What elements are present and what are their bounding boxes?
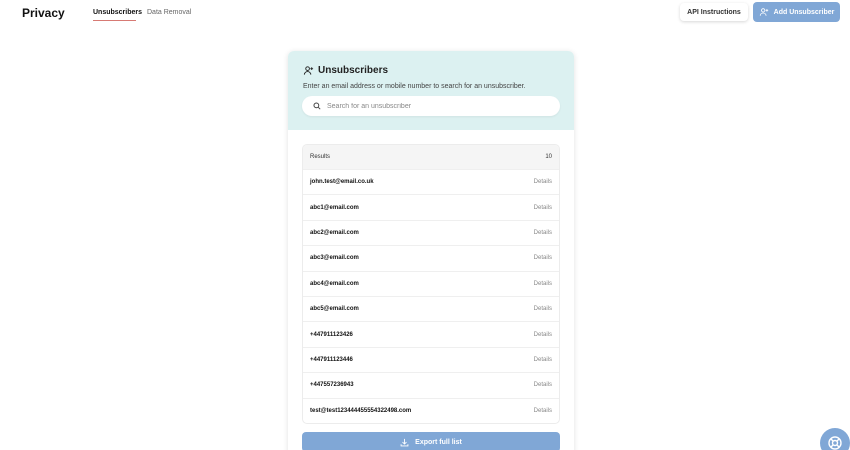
details-link[interactable]: Details <box>534 306 552 312</box>
details-link[interactable]: Details <box>534 332 552 338</box>
details-link[interactable]: Details <box>534 255 552 261</box>
table-row: +447911123446 Details <box>303 346 559 372</box>
export-full-list-button[interactable]: Export full list <box>302 432 560 450</box>
results-count: 10 <box>545 154 552 160</box>
table-row: john.test@email.co.uk Details <box>303 169 559 194</box>
app-title: Privacy <box>22 6 65 20</box>
card-description: Enter an email address or mobile number … <box>303 83 526 90</box>
search-icon <box>313 102 321 110</box>
table-row: abc3@email.com Details <box>303 245 559 270</box>
row-email: +447557236943 <box>310 382 354 389</box>
details-link[interactable]: Details <box>534 408 552 414</box>
download-icon <box>400 438 409 446</box>
table-row: +447557236943 Details <box>303 372 559 397</box>
row-email: +447911123446 <box>310 356 353 363</box>
details-link[interactable]: Details <box>534 230 552 236</box>
card-title: Unsubscribers <box>318 65 389 76</box>
card-title-row: Unsubscribers <box>303 65 388 76</box>
add-unsubscriber-label: Add Unsubscriber <box>773 8 835 16</box>
table-row: abc2@email.com Details <box>303 219 559 245</box>
unsubscribers-card: Unsubscribers Enter an email address or … <box>288 51 574 450</box>
search-input[interactable] <box>327 102 547 110</box>
row-email: abc5@email.com <box>310 306 359 313</box>
row-email: abc2@email.com <box>310 229 359 236</box>
row-email: +447911123426 <box>310 331 353 338</box>
search-box[interactable] <box>302 96 560 116</box>
tab-data-removal[interactable]: Data Removal <box>147 9 191 16</box>
details-link[interactable]: Details <box>534 357 552 363</box>
active-tab-indicator <box>93 20 136 21</box>
card-header: Unsubscribers Enter an email address or … <box>288 51 574 130</box>
results-label: Results <box>310 154 331 160</box>
row-email: test@test123444455554322498.com <box>310 407 412 414</box>
table-row: abc1@email.com Details <box>303 194 559 219</box>
export-label: Export full list <box>415 438 462 446</box>
top-header: Privacy Unsubscribers Data Removal API I… <box>0 0 850 28</box>
details-link[interactable]: Details <box>534 179 552 185</box>
lifebuoy-icon <box>828 436 842 450</box>
table-row: +447911123426 Details <box>303 321 559 346</box>
help-button[interactable] <box>820 428 850 450</box>
api-instructions-button[interactable]: API Instructions <box>680 3 748 21</box>
add-unsubscriber-button[interactable]: Add Unsubscriber <box>753 2 840 22</box>
details-link[interactable]: Details <box>534 382 552 388</box>
row-email: abc4@email.com <box>310 280 359 287</box>
row-email: abc3@email.com <box>310 255 359 262</box>
add-user-icon <box>303 66 314 75</box>
row-email: john.test@email.co.uk <box>310 179 374 186</box>
details-link[interactable]: Details <box>534 205 552 211</box>
add-user-icon <box>759 8 768 16</box>
row-email: abc1@email.com <box>310 204 359 211</box>
table-row: abc5@email.com Details <box>303 295 559 321</box>
details-link[interactable]: Details <box>534 281 552 287</box>
results-header: Results 10 <box>303 145 559 169</box>
tab-unsubscribers[interactable]: Unsubscribers <box>93 9 142 16</box>
table-row: test@test123444455554322498.com Details <box>303 397 559 423</box>
table-row: abc4@email.com Details <box>303 270 559 296</box>
results-table: Results 10 john.test@email.co.uk Details … <box>302 144 560 424</box>
